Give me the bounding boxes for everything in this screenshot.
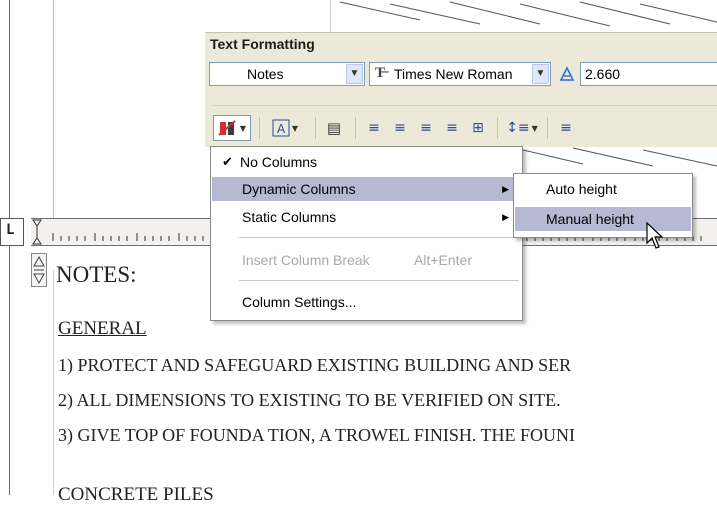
align-center-icon: ≡ <box>394 120 406 136</box>
chevron-down-icon[interactable]: ▼ <box>532 64 549 84</box>
resize-arrows-icon <box>33 255 45 285</box>
text-height-input[interactable]: 2.660 <box>580 62 717 86</box>
general-section-title: GENERAL <box>58 318 147 339</box>
menu-item-label: Column Settings... <box>242 294 357 310</box>
menu-item-shortcut: Alt+Enter <box>414 252 472 268</box>
submenu-arrow-icon: ▶ <box>502 212 509 222</box>
submenu-item-label: Manual height <box>546 211 634 227</box>
menu-item-label: No Columns <box>240 154 318 170</box>
notes-heading: NOTES: <box>56 262 137 287</box>
paragraph-button[interactable]: ▤ <box>321 115 347 141</box>
justification-button[interactable]: A ▼ <box>265 115 305 141</box>
chevron-down-icon: ▼ <box>531 123 538 133</box>
style-combo[interactable]: Notes ▼ <box>209 62 365 86</box>
menu-item-no-columns[interactable]: ✔ No Columns <box>212 150 521 174</box>
menu-item-column-settings[interactable]: Column Settings... <box>212 290 521 314</box>
concrete-piles-heading: CONCRETE PILES <box>58 484 214 505</box>
font-combo[interactable]: T̶ Times New Roman ▼ <box>369 62 551 86</box>
drawing-margin-line <box>9 0 10 495</box>
check-icon: ✔ <box>222 154 233 169</box>
line-spacing-button[interactable]: ↕≡ ▼ <box>503 115 541 141</box>
toolbar-separator <box>355 117 356 139</box>
ruler-indent-marker[interactable] <box>31 219 43 245</box>
justify-button[interactable]: ≡ <box>439 115 465 141</box>
menu-item-label: Dynamic Columns <box>242 181 356 197</box>
paragraph-icon: ▤ <box>326 119 342 137</box>
truetype-font-icon: T̶ <box>375 65 386 81</box>
chevron-down-icon: ▼ <box>291 123 299 133</box>
drawing-hatch-mid <box>523 147 717 167</box>
drawing-hatch-top <box>330 0 717 34</box>
mouse-pointer-icon <box>646 222 664 249</box>
justify-icon: ≡ <box>446 120 458 136</box>
menu-item-insert-column-break[interactable]: Insert Column Break Alt+Enter <box>212 248 521 272</box>
style-value: Notes <box>247 66 284 82</box>
align-left-button[interactable]: ≡ <box>361 115 387 141</box>
drawing-frame-line-lower <box>53 270 54 495</box>
text-height-value: 2.660 <box>585 66 621 82</box>
columns-icon <box>218 120 236 136</box>
toolbar-title: Text Formatting <box>210 36 315 52</box>
toolbar-divider <box>211 105 717 106</box>
submenu-item-label: Auto height <box>546 181 617 197</box>
menu-item-dynamic-columns[interactable]: Dynamic Columns ▶ <box>212 177 521 201</box>
align-center-button[interactable]: ≡ <box>387 115 413 141</box>
dynamic-columns-submenu: Auto height Manual height <box>513 173 693 238</box>
columns-menu: ✔ No Columns Dynamic Columns ▶ Static Co… <box>210 146 523 321</box>
toolbar-separator <box>259 117 260 139</box>
toolbar-separator <box>497 117 498 139</box>
submenu-arrow-icon: ▶ <box>502 184 509 194</box>
note-line-3: 3) GIVE TOP OF FOUNDA TION, A TROWEL FIN… <box>58 425 576 445</box>
align-right-icon: ≡ <box>420 120 432 136</box>
align-right-button[interactable]: ≡ <box>413 115 439 141</box>
annotative-icon[interactable] <box>559 66 575 82</box>
font-value: Times New Roman <box>394 66 513 82</box>
align-left-icon: ≡ <box>368 120 380 136</box>
note-line-2: 2) ALL DIMENSIONS TO EXISTING TO BE VERI… <box>58 390 561 410</box>
numbering-icon: ≡ <box>560 120 572 136</box>
menu-separator <box>239 237 519 238</box>
height-resize-handle[interactable] <box>31 253 47 287</box>
toolbar-separator <box>315 117 316 139</box>
numbering-button[interactable]: ≡ <box>553 115 579 141</box>
left-tab-icon: L <box>6 222 15 238</box>
line-spacing-icon: ↕≡ <box>506 120 530 136</box>
distribute-button[interactable]: ⊞ <box>465 115 491 141</box>
tab-type-button[interactable]: L <box>0 218 24 246</box>
drawing-frame-line <box>53 0 54 218</box>
text-formatting-toolbar: Text Formatting Notes ▼ T̶ Times New Rom… <box>205 32 717 147</box>
toolbar-separator <box>547 117 548 139</box>
distribute-icon: ⊞ <box>472 120 484 136</box>
menu-separator <box>239 280 519 281</box>
note-line-1: 1) PROTECT AND SAFEGUARD EXISTING BUILDI… <box>58 355 572 375</box>
columns-button[interactable]: ▼ <box>213 115 251 141</box>
submenu-item-auto-height[interactable]: Auto height <box>515 177 691 201</box>
chevron-down-icon[interactable]: ▼ <box>346 64 363 84</box>
justification-icon: A <box>272 119 290 137</box>
chevron-down-icon: ▼ <box>239 123 247 133</box>
svg-text:A: A <box>277 122 286 136</box>
menu-item-label: Insert Column Break <box>242 252 370 268</box>
menu-item-label: Static Columns <box>242 209 337 225</box>
menu-item-static-columns[interactable]: Static Columns ▶ <box>212 205 521 229</box>
